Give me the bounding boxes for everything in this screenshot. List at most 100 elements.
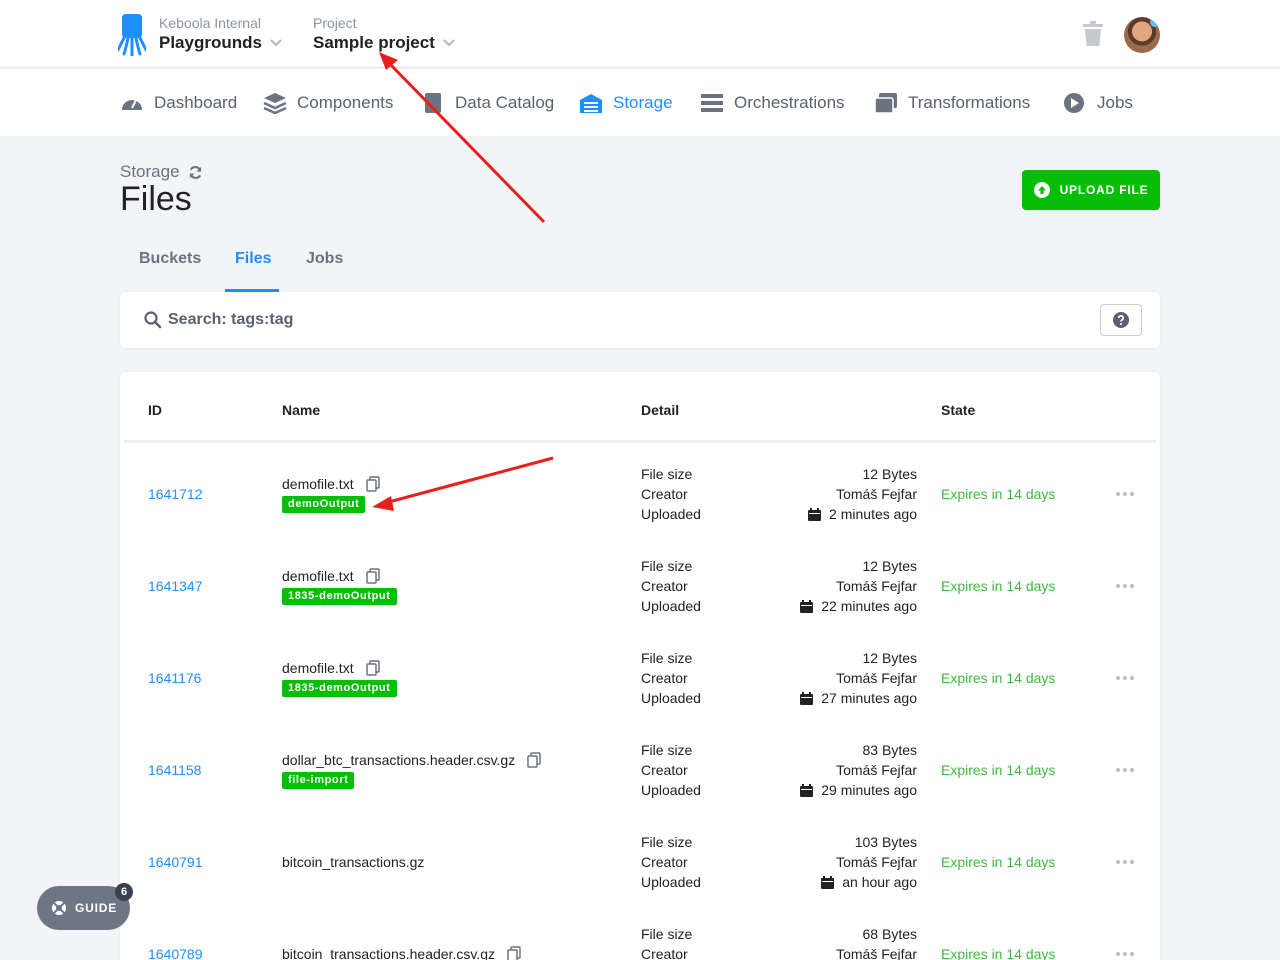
- nav-label: Jobs: [1097, 93, 1133, 112]
- file-id-link[interactable]: 1641347: [148, 578, 203, 594]
- file-size: 12 Bytes: [863, 650, 917, 666]
- file-name: bitcoin_transactions.gz: [282, 854, 424, 870]
- file-creator-value: Tomáš Fejfar: [836, 946, 917, 960]
- file-size-value: 12 Bytes: [862, 650, 917, 666]
- page-title: Files: [120, 180, 192, 218]
- copy-icon[interactable]: [365, 476, 380, 492]
- file-name-text: demofile.txt: [282, 476, 354, 492]
- file-name: bitcoin_transactions.header.csv.gz: [282, 946, 521, 960]
- detail-label-creator: Creator: [641, 762, 688, 778]
- nav-components[interactable]: Components: [263, 91, 393, 115]
- file-name: demofile.txt: [282, 568, 380, 584]
- project-label: Project: [313, 15, 357, 31]
- avatar[interactable]: [1124, 17, 1160, 53]
- detail-label-size: File size: [641, 650, 693, 666]
- search-help-button[interactable]: [1100, 304, 1142, 336]
- nav-label: Storage: [613, 93, 673, 112]
- refresh-icon[interactable]: [188, 165, 203, 180]
- detail-label-uploaded: Uploaded: [641, 874, 701, 890]
- detail-label-size: File size: [641, 834, 693, 850]
- detail-label-uploaded: Uploaded: [641, 506, 701, 522]
- file-name: dollar_btc_transactions.header.csv.gz: [282, 752, 541, 768]
- more-actions-icon[interactable]: [1116, 492, 1136, 496]
- file-name-text: dollar_btc_transactions.header.csv.gz: [282, 752, 516, 768]
- organization-switcher[interactable]: Keboola Internal Playgrounds: [159, 15, 282, 53]
- table-row: 1640791 bitcoin_transactions.gz File size C…: [120, 818, 1160, 910]
- keboola-logo-icon[interactable]: [118, 14, 146, 56]
- window-icon: [874, 93, 897, 114]
- search-bar[interactable]: Search: tags:tag: [120, 292, 1160, 348]
- tab-files[interactable]: Files: [235, 250, 271, 268]
- file-state: Expires in 14 days: [941, 946, 1056, 960]
- file-id-link[interactable]: 1640791: [148, 854, 203, 870]
- file-size: 103 Bytes: [855, 834, 917, 850]
- copy-icon[interactable]: [527, 752, 541, 768]
- nav-data-catalog[interactable]: Data Catalog: [421, 91, 554, 115]
- file-name: demofile.txt: [282, 476, 380, 492]
- detail-label-size: File size: [641, 558, 693, 574]
- tab-buckets[interactable]: Buckets: [139, 250, 201, 268]
- nav-storage[interactable]: Storage: [579, 91, 673, 115]
- file-creator: Tomáš Fejfar: [836, 578, 917, 594]
- project-switcher[interactable]: Project Sample project: [313, 15, 455, 53]
- nav-transformations[interactable]: Transformations: [874, 91, 1030, 115]
- search-input[interactable]: Search: tags:tag: [168, 311, 293, 329]
- file-tag[interactable]: file-import: [282, 772, 355, 789]
- file-size: 68 Bytes: [863, 926, 917, 942]
- nav-label: Orchestrations: [734, 93, 845, 112]
- layers-icon: [263, 93, 287, 114]
- file-id-link[interactable]: 1640789: [148, 946, 203, 960]
- chevron-down-icon: [443, 39, 455, 47]
- copy-icon[interactable]: [365, 568, 380, 584]
- detail-label-uploaded: Uploaded: [641, 782, 701, 798]
- calendar-icon: [800, 783, 814, 797]
- calendar-icon: [821, 875, 835, 889]
- breadcrumb-storage[interactable]: Storage: [120, 162, 180, 182]
- calendar-icon: [800, 599, 814, 613]
- nav-jobs[interactable]: Jobs: [1063, 91, 1133, 115]
- tab-jobs[interactable]: Jobs: [306, 250, 343, 268]
- lifebuoy-icon: [52, 901, 66, 915]
- copy-icon[interactable]: [507, 946, 521, 960]
- organization-name: Playgrounds: [159, 33, 262, 52]
- file-tag[interactable]: demoOutput: [282, 496, 366, 513]
- file-id-link[interactable]: 1641712: [148, 486, 203, 502]
- file-size-value: 12 Bytes: [862, 558, 917, 574]
- more-actions-icon[interactable]: [1116, 860, 1136, 864]
- upload-file-button[interactable]: UPLOAD FILE: [1022, 170, 1160, 210]
- breadcrumb: Storage: [120, 162, 203, 182]
- detail-label-size: File size: [641, 466, 693, 482]
- file-size: 12 Bytes: [863, 466, 917, 482]
- nav-orchestrations[interactable]: Orchestrations: [700, 91, 845, 115]
- file-state: Expires in 14 days: [941, 762, 1056, 778]
- detail-label-size: File size: [641, 742, 693, 758]
- file-creator-value: Tomáš Fejfar: [836, 578, 917, 594]
- guide-label: GUIDE: [75, 901, 118, 915]
- file-size: 83 Bytes: [863, 742, 917, 758]
- file-tag[interactable]: 1835-demoOutput: [282, 588, 397, 605]
- file-tag[interactable]: 1835-demoOutput: [282, 680, 397, 697]
- file-state: Expires in 14 days: [941, 670, 1056, 686]
- more-actions-icon[interactable]: [1116, 768, 1136, 772]
- search-icon: [144, 311, 162, 329]
- nav-label: Components: [297, 93, 394, 112]
- detail-label-uploaded: Uploaded: [641, 598, 701, 614]
- table-row: 1641158 dollar_btc_transactions.header.cs…: [120, 726, 1160, 818]
- file-id-link[interactable]: 1641176: [148, 670, 201, 686]
- table-row: 1641712 demofile.txt demoOutput File size Cr…: [120, 450, 1160, 542]
- nav-dashboard[interactable]: Dashboard: [120, 91, 237, 115]
- column-header-id[interactable]: ID: [148, 402, 162, 418]
- more-actions-icon[interactable]: [1116, 676, 1136, 680]
- column-header-name[interactable]: Name: [282, 402, 320, 418]
- more-actions-icon[interactable]: [1116, 584, 1136, 588]
- file-name: demofile.txt: [282, 660, 380, 676]
- more-actions-icon[interactable]: [1116, 952, 1136, 956]
- detail-label-size: File size: [641, 926, 693, 942]
- guide-badge: 6: [115, 883, 133, 901]
- file-creator: Tomáš Fejfar: [836, 854, 917, 870]
- trash-icon[interactable]: [1082, 21, 1104, 47]
- file-uploaded-value: an hour ago: [842, 874, 917, 890]
- bars-icon: [701, 94, 723, 112]
- copy-icon[interactable]: [365, 660, 380, 676]
- file-id-link[interactable]: 1641158: [148, 762, 201, 778]
